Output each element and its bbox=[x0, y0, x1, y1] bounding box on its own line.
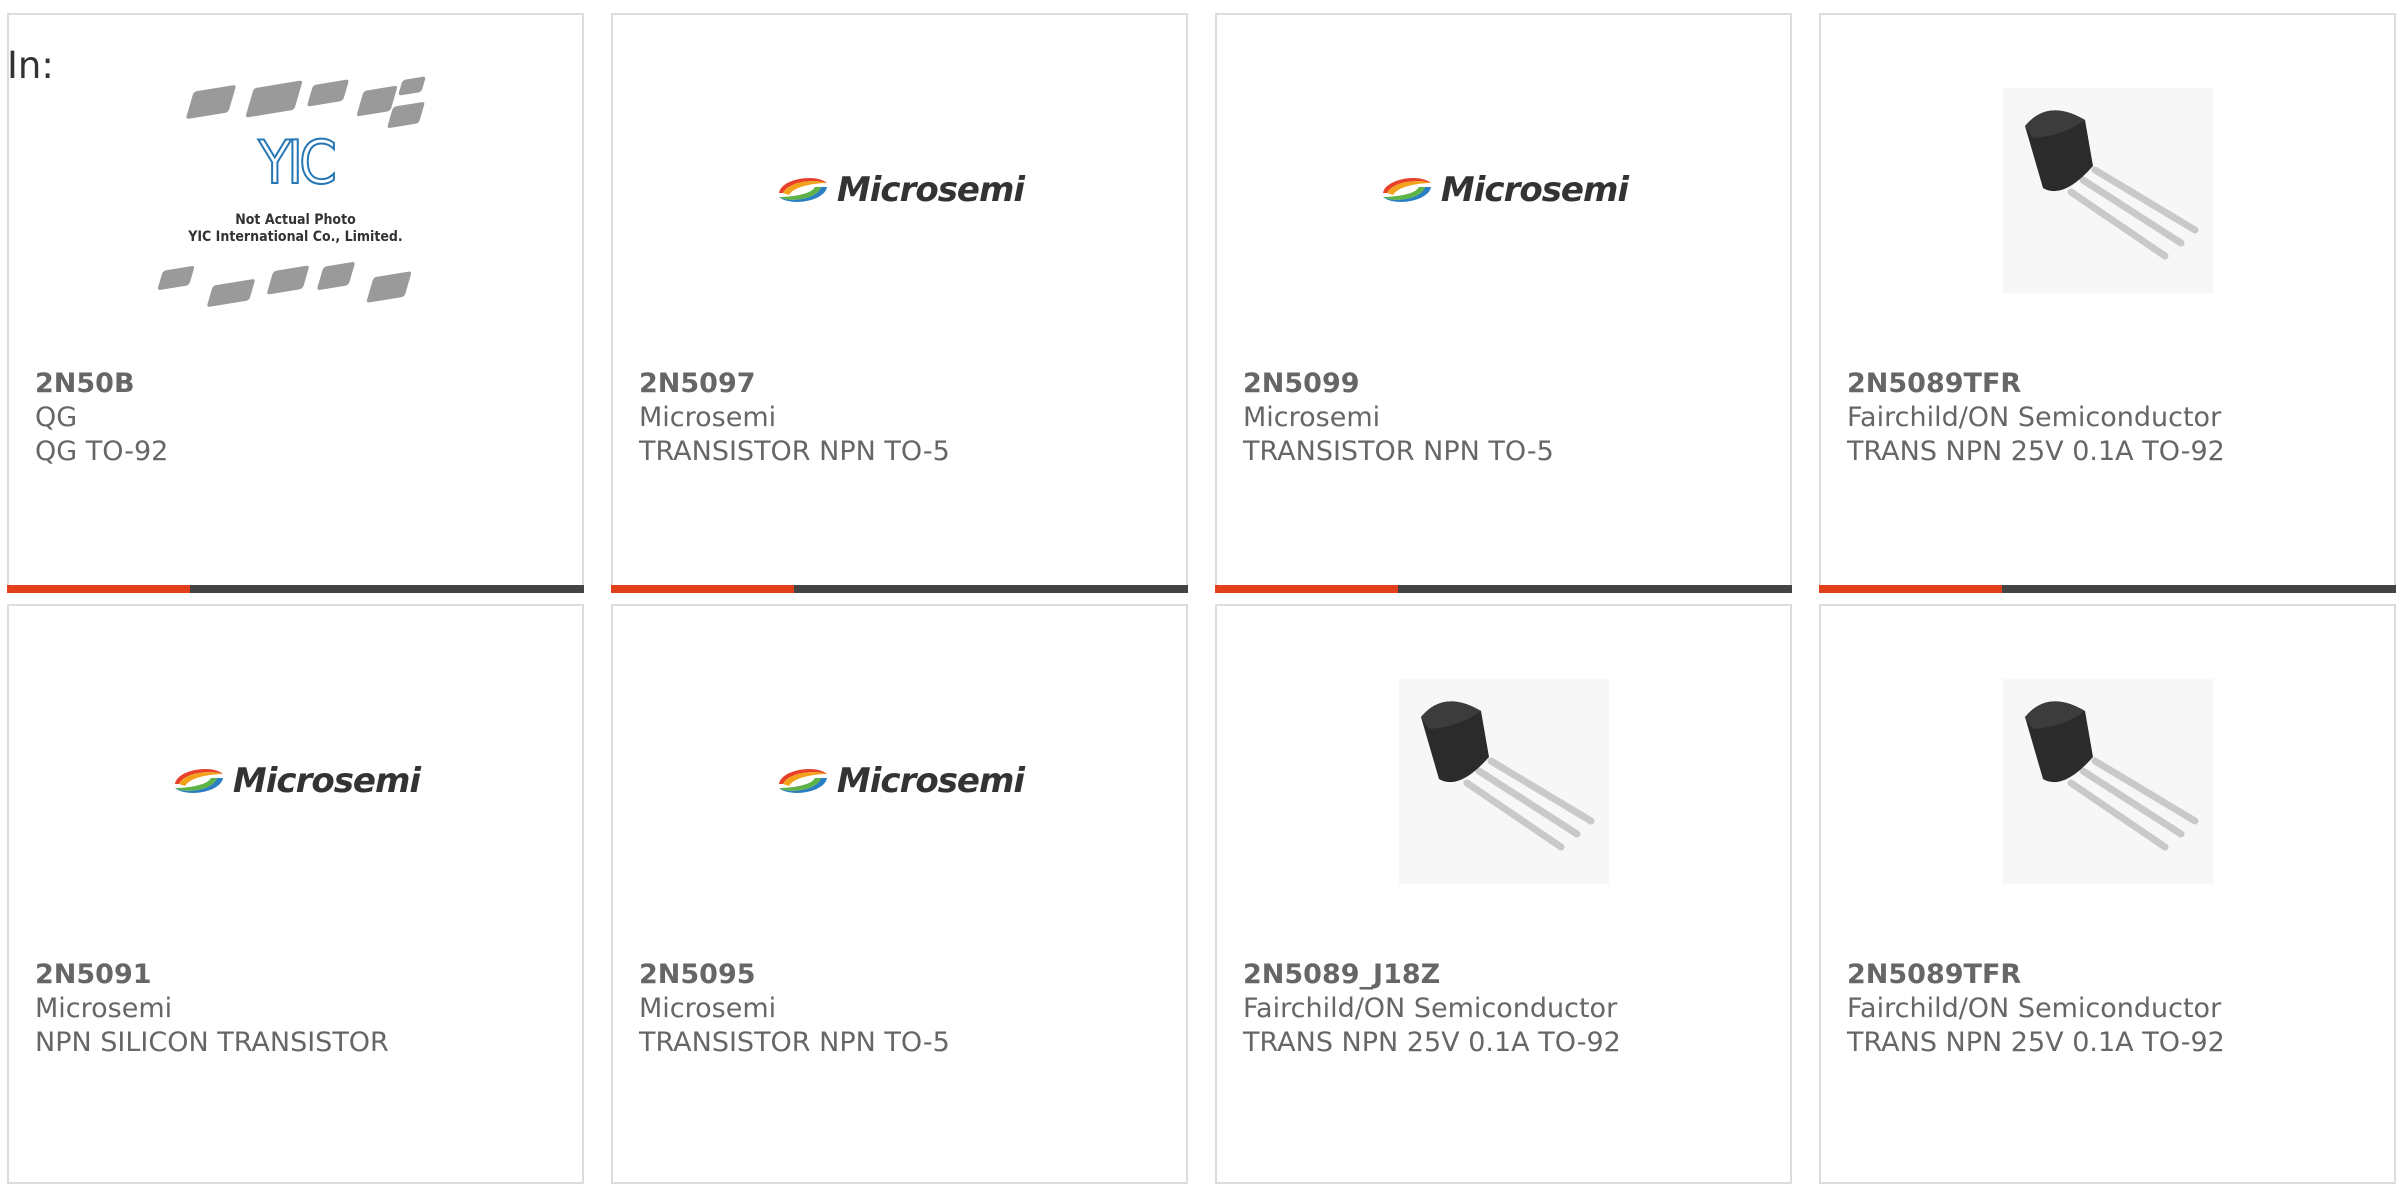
yic-placeholder-image: YIC Not Actual Photo YIC International Co.… bbox=[151, 68, 441, 313]
product-card[interactable]: Microsemi 2N5095 Microsemi TRANSISTOR NPN T… bbox=[611, 604, 1188, 1184]
chip-icon bbox=[365, 270, 412, 303]
part-number[interactable]: 2N5091 bbox=[35, 958, 152, 992]
product-image[interactable] bbox=[1821, 656, 2394, 906]
part-number[interactable]: 2N5089_J18Z bbox=[1243, 958, 1440, 992]
part-description: TRANS NPN 25V 0.1A TO-92 bbox=[1847, 1027, 2225, 1058]
manufacturer: Fairchild/ON Semiconductor bbox=[1847, 402, 2222, 433]
part-number[interactable]: 2N5099 bbox=[1243, 367, 1360, 401]
microsemi-logo: Microsemi bbox=[171, 761, 421, 801]
microsemi-logo-text: Microsemi bbox=[836, 170, 1025, 210]
chip-icon bbox=[244, 79, 303, 118]
product-grid: YIC Not Actual Photo YIC International Co.… bbox=[0, 0, 2400, 1184]
product-card[interactable]: Microsemi 2N5099 Microsemi TRANSISTOR NPN T… bbox=[1215, 13, 1792, 593]
part-description: TRANS NPN 25V 0.1A TO-92 bbox=[1243, 1027, 1621, 1058]
product-image[interactable]: Microsemi bbox=[1217, 65, 1790, 315]
part-description: TRANSISTOR NPN TO-5 bbox=[639, 1027, 950, 1058]
card-bottom-bar bbox=[7, 585, 584, 593]
part-number[interactable]: 2N50B bbox=[35, 367, 135, 401]
product-image[interactable] bbox=[1821, 65, 2394, 315]
product-image[interactable]: Microsemi bbox=[613, 656, 1186, 906]
microsemi-swirl-icon bbox=[1382, 178, 1431, 202]
microsemi-logo-text: Microsemi bbox=[232, 761, 421, 801]
yic-logo-text: YIC bbox=[257, 127, 338, 198]
in-label: In: bbox=[7, 44, 54, 87]
product-image[interactable]: Microsemi bbox=[613, 65, 1186, 315]
part-description: TRANSISTOR NPN TO-5 bbox=[1243, 436, 1554, 467]
image-caption-line-2: YIC International Co., Limited. bbox=[188, 228, 403, 245]
manufacturer: Microsemi bbox=[35, 993, 173, 1024]
manufacturer: Microsemi bbox=[1243, 402, 1381, 433]
microsemi-logo: Microsemi bbox=[775, 170, 1025, 210]
product-card[interactable]: Microsemi 2N5091 Microsemi NPN SILICON TRAN… bbox=[7, 604, 584, 1184]
chip-icon bbox=[306, 78, 349, 107]
image-caption-line-1: Not Actual Photo bbox=[235, 211, 356, 228]
product-image[interactable]: Microsemi bbox=[9, 656, 582, 906]
card-accent-bar bbox=[1215, 585, 1398, 593]
microsemi-swirl-icon bbox=[174, 769, 223, 793]
chip-icon bbox=[316, 261, 355, 290]
microsemi-swirl-icon bbox=[778, 769, 827, 793]
product-card[interactable]: 2N5089_J18Z Fairchild/ON Semiconductor TRA… bbox=[1215, 604, 1792, 1184]
part-description: TRANSISTOR NPN TO-5 bbox=[639, 436, 950, 467]
chip-icon bbox=[185, 84, 236, 119]
part-number[interactable]: 2N5089TFR bbox=[1847, 367, 2021, 401]
card-accent-bar bbox=[611, 585, 794, 593]
to92-transistor-image bbox=[2002, 87, 2213, 293]
manufacturer: Microsemi bbox=[639, 993, 777, 1024]
chip-icon bbox=[397, 75, 426, 96]
product-card[interactable]: Microsemi 2N5097 Microsemi TRANSISTOR NPN T… bbox=[611, 13, 1188, 593]
card-bottom-bar bbox=[1215, 585, 1792, 593]
microsemi-logo: Microsemi bbox=[1379, 170, 1629, 210]
product-card[interactable]: 2N5089TFR Fairchild/ON Semiconductor TRANS… bbox=[1819, 604, 2396, 1184]
chip-icon bbox=[206, 278, 255, 307]
card-accent-bar bbox=[1819, 585, 2002, 593]
card-bottom-bar bbox=[611, 585, 1188, 593]
card-accent-bar bbox=[7, 585, 190, 593]
microsemi-logo: Microsemi bbox=[775, 761, 1025, 801]
product-image[interactable] bbox=[1217, 656, 1790, 906]
microsemi-logo-text: Microsemi bbox=[836, 761, 1025, 801]
part-number[interactable]: 2N5097 bbox=[639, 367, 756, 401]
manufacturer: Microsemi bbox=[639, 402, 777, 433]
product-card[interactable]: 2N5089TFR Fairchild/ON Semiconductor TRANS… bbox=[1819, 13, 2396, 593]
microsemi-logo-text: Microsemi bbox=[1440, 170, 1629, 210]
to92-transistor-image bbox=[1398, 678, 1609, 884]
card-bottom-bar bbox=[1819, 585, 2396, 593]
to92-transistor-image bbox=[2002, 678, 2213, 884]
part-number[interactable]: 2N5089TFR bbox=[1847, 958, 2021, 992]
manufacturer: Fairchild/ON Semiconductor bbox=[1243, 993, 1618, 1024]
manufacturer: QG bbox=[35, 402, 78, 433]
product-image[interactable]: YIC Not Actual Photo YIC International Co.… bbox=[9, 65, 582, 315]
chip-icon bbox=[386, 101, 425, 128]
part-description: TRANS NPN 25V 0.1A TO-92 bbox=[1847, 436, 2225, 467]
chip-icon bbox=[156, 265, 195, 290]
part-number[interactable]: 2N5095 bbox=[639, 958, 756, 992]
microsemi-swirl-icon bbox=[778, 178, 827, 202]
product-card[interactable]: YIC Not Actual Photo YIC International Co.… bbox=[7, 13, 584, 593]
manufacturer: Fairchild/ON Semiconductor bbox=[1847, 993, 2222, 1024]
part-description: QG TO-92 bbox=[35, 436, 169, 467]
chip-icon bbox=[265, 264, 310, 295]
part-description: NPN SILICON TRANSISTOR bbox=[35, 1027, 389, 1058]
